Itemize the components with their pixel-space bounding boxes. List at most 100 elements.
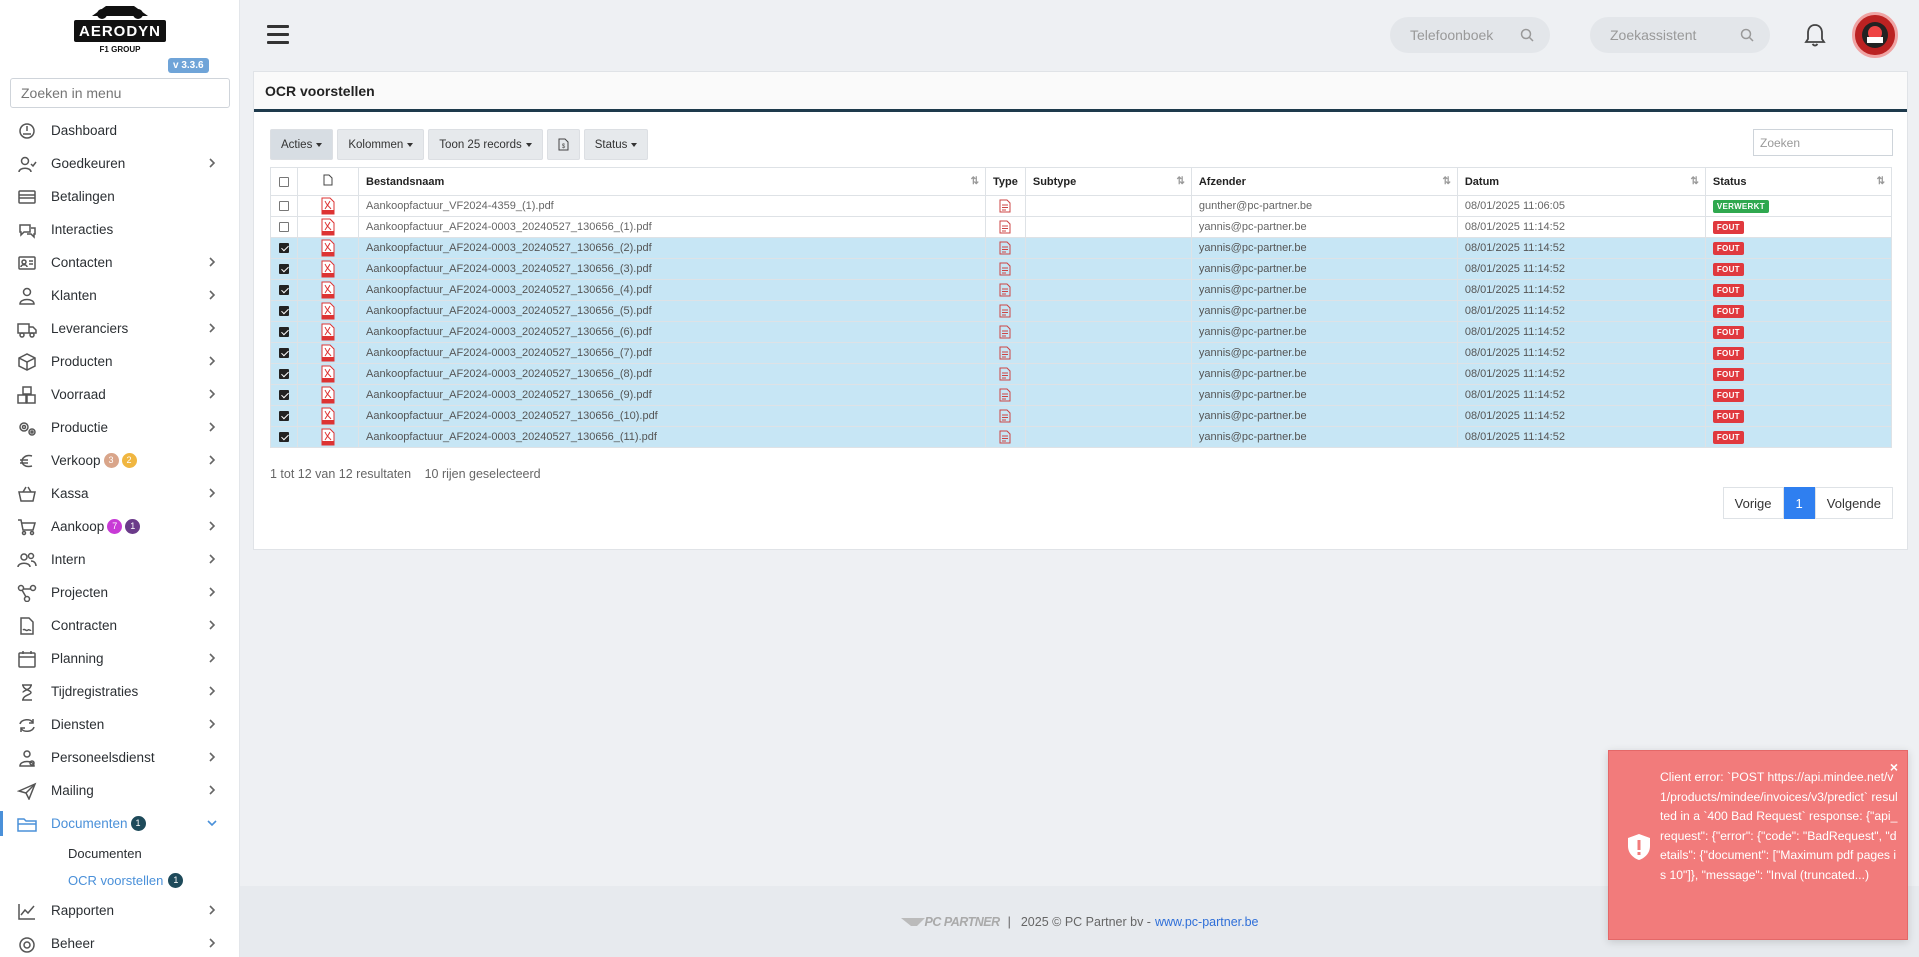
assistant-search[interactable]: Zoekassistent [1590, 17, 1770, 53]
status-dropdown[interactable]: Status [583, 129, 649, 160]
row-select-cell[interactable] [270, 216, 298, 238]
result-count: 1 tot 12 van 12 resultaten [270, 467, 412, 481]
table-row[interactable]: Aankoopfactuur_AF2024-0003_20240527_1306… [270, 300, 1893, 322]
columns-dropdown[interactable]: Kolommen [337, 129, 425, 160]
actions-dropdown[interactable]: Acties [270, 129, 334, 160]
filename-cell[interactable]: Aankoopfactuur_AF2024-0003_20240527_1306… [358, 363, 986, 385]
table-row[interactable]: Aankoopfactuur_AF2024-0003_20240527_1306… [270, 342, 1893, 364]
row-select-cell[interactable] [270, 321, 298, 343]
sidebar-item-contacten[interactable]: Contacten [0, 246, 239, 279]
table-row[interactable]: Aankoopfactuur_AF2024-0003_20240527_1306… [270, 426, 1893, 448]
row-checkbox[interactable] [279, 201, 289, 212]
row-select-cell[interactable] [270, 342, 298, 364]
table-row[interactable]: Aankoopfactuur_AF2024-0003_20240527_1306… [270, 216, 1893, 238]
user-avatar[interactable] [1852, 12, 1898, 58]
column-header-subtype[interactable]: Subtype ⇅ [1024, 167, 1192, 196]
sidebar-item-beheer[interactable]: Beheer [0, 927, 239, 957]
filename-cell[interactable]: Aankoopfactuur_AF2024-0003_20240527_1306… [358, 279, 986, 301]
row-select-cell[interactable] [270, 384, 298, 406]
sidebar-item-betalingen[interactable]: Betalingen [0, 180, 239, 213]
table-row[interactable]: Aankoopfactuur_AF2024-0003_20240527_1306… [270, 258, 1893, 280]
filename-cell[interactable]: Aankoopfactuur_VF2024-4359_(1).pdf [358, 195, 986, 217]
sidebar-item-producten[interactable]: Producten [0, 345, 239, 378]
table-row[interactable]: Aankoopfactuur_AF2024-0003_20240527_1306… [270, 405, 1893, 427]
previous-page-button[interactable]: Vorige [1722, 487, 1784, 519]
row-select-cell[interactable] [270, 363, 298, 385]
filename-cell[interactable]: Aankoopfactuur_AF2024-0003_20240527_1306… [358, 342, 986, 364]
row-checkbox[interactable] [279, 390, 289, 401]
sidebar-item-intern[interactable]: Intern [0, 543, 239, 576]
filename-cell[interactable]: Aankoopfactuur_AF2024-0003_20240527_1306… [358, 237, 986, 259]
column-header-sender[interactable]: Afzender ⇅ [1190, 167, 1458, 196]
table-search-input[interactable]: Zoeken [1753, 129, 1893, 156]
next-page-button[interactable]: Volgende [1814, 487, 1893, 519]
row-checkbox[interactable] [279, 285, 289, 296]
sidebar-item-goedkeuren[interactable]: Goedkeuren [0, 147, 239, 180]
sidebar-subitem-ocr-voorstellen[interactable]: OCR voorstellen 1 [0, 867, 239, 894]
column-header-type[interactable]: Type [985, 167, 1026, 196]
hamburger-menu-icon[interactable] [267, 25, 289, 45]
filename-cell[interactable]: Aankoopfactuur_AF2024-0003_20240527_1306… [358, 216, 986, 238]
bell-icon[interactable] [1803, 22, 1827, 48]
sidebar-item-diensten[interactable]: Diensten [0, 708, 239, 741]
filename-cell[interactable]: Aankoopfactuur_AF2024-0003_20240527_1306… [358, 321, 986, 343]
company-logo[interactable]: AERODYN F1 GROUP [72, 2, 168, 56]
sidebar-item-klanten[interactable]: Klanten [0, 279, 239, 312]
row-checkbox[interactable] [279, 432, 289, 443]
sidebar-item-productie[interactable]: Productie [0, 411, 239, 444]
sidebar-item-dashboard[interactable]: Dashboard [0, 114, 239, 147]
filename-cell[interactable]: Aankoopfactuur_AF2024-0003_20240527_1306… [358, 405, 986, 427]
row-checkbox[interactable] [279, 264, 289, 275]
sidebar-item-contracten[interactable]: Contracten [0, 609, 239, 642]
sidebar-subitem-documenten[interactable]: Documenten [0, 840, 239, 867]
sidebar-item-verkoop[interactable]: Verkoop 3 2 [0, 444, 239, 477]
row-checkbox[interactable] [279, 411, 289, 422]
phonebook-search[interactable]: Telefoonboek [1390, 17, 1550, 53]
sidebar-item-rapporten[interactable]: Rapporten [0, 894, 239, 927]
footer-link[interactable]: www.pc-partner.be [1155, 915, 1259, 929]
row-select-cell[interactable] [270, 279, 298, 301]
filename-cell[interactable]: Aankoopfactuur_AF2024-0003_20240527_1306… [358, 300, 986, 322]
filename-cell[interactable]: Aankoopfactuur_AF2024-0003_20240527_1306… [358, 426, 986, 448]
row-checkbox[interactable] [279, 369, 289, 380]
column-header-filename[interactable]: Bestandsnaam ⇅ [358, 167, 986, 196]
filename-cell[interactable]: Aankoopfactuur_AF2024-0003_20240527_1306… [358, 258, 986, 280]
sidebar-item-tijdregistraties[interactable]: Tijdregistraties [0, 675, 239, 708]
table-row[interactable]: Aankoopfactuur_AF2024-0003_20240527_1306… [270, 279, 1893, 301]
sidebar-item-interacties[interactable]: Interacties [0, 213, 239, 246]
export-button[interactable]: $ [546, 129, 580, 160]
row-select-cell[interactable] [270, 195, 298, 217]
table-row[interactable]: Aankoopfactuur_AF2024-0003_20240527_1306… [270, 321, 1893, 343]
sidebar-item-mailing[interactable]: Mailing [0, 774, 239, 807]
table-row[interactable]: Aankoopfactuur_AF2024-0003_20240527_1306… [270, 237, 1893, 259]
row-select-cell[interactable] [270, 300, 298, 322]
table-row[interactable]: Aankoopfactuur_AF2024-0003_20240527_1306… [270, 384, 1893, 406]
select-all-header[interactable] [270, 167, 298, 196]
row-select-cell[interactable] [270, 405, 298, 427]
row-checkbox[interactable] [279, 348, 289, 359]
filename-cell[interactable]: Aankoopfactuur_AF2024-0003_20240527_1306… [358, 384, 986, 406]
sidebar-item-documenten[interactable]: Documenten 1 [0, 807, 239, 840]
sidebar-item-projecten[interactable]: Projecten [0, 576, 239, 609]
row-checkbox[interactable] [279, 306, 289, 317]
sidebar-item-planning[interactable]: Planning [0, 642, 239, 675]
row-checkbox[interactable] [279, 222, 289, 233]
row-checkbox[interactable] [279, 243, 289, 254]
sidebar-item-aankoop[interactable]: Aankoop 7 1 [0, 510, 239, 543]
row-select-cell[interactable] [270, 426, 298, 448]
sidebar-item-kassa[interactable]: Kassa [0, 477, 239, 510]
table-row[interactable]: Aankoopfactuur_AF2024-0003_20240527_1306… [270, 363, 1893, 385]
row-checkbox[interactable] [279, 327, 289, 338]
column-header-status[interactable]: Status ⇅ [1704, 167, 1893, 196]
sidebar-item-personeelsdienst[interactable]: Personeelsdienst [0, 741, 239, 774]
sidebar-item-leveranciers[interactable]: Leveranciers [0, 312, 239, 345]
select-all-checkbox[interactable] [279, 176, 289, 187]
sidebar-item-voorraad[interactable]: Voorraad [0, 378, 239, 411]
table-row[interactable]: Aankoopfactuur_VF2024-4359_(1).pdf gunthe… [270, 195, 1893, 217]
menu-search-input[interactable] [10, 78, 230, 108]
page-length-dropdown[interactable]: Toon 25 records [428, 129, 543, 160]
page-1-button[interactable]: 1 [1783, 487, 1815, 519]
row-select-cell[interactable] [270, 258, 298, 280]
row-select-cell[interactable] [270, 237, 298, 259]
column-header-date[interactable]: Datum ⇅ [1456, 167, 1706, 196]
